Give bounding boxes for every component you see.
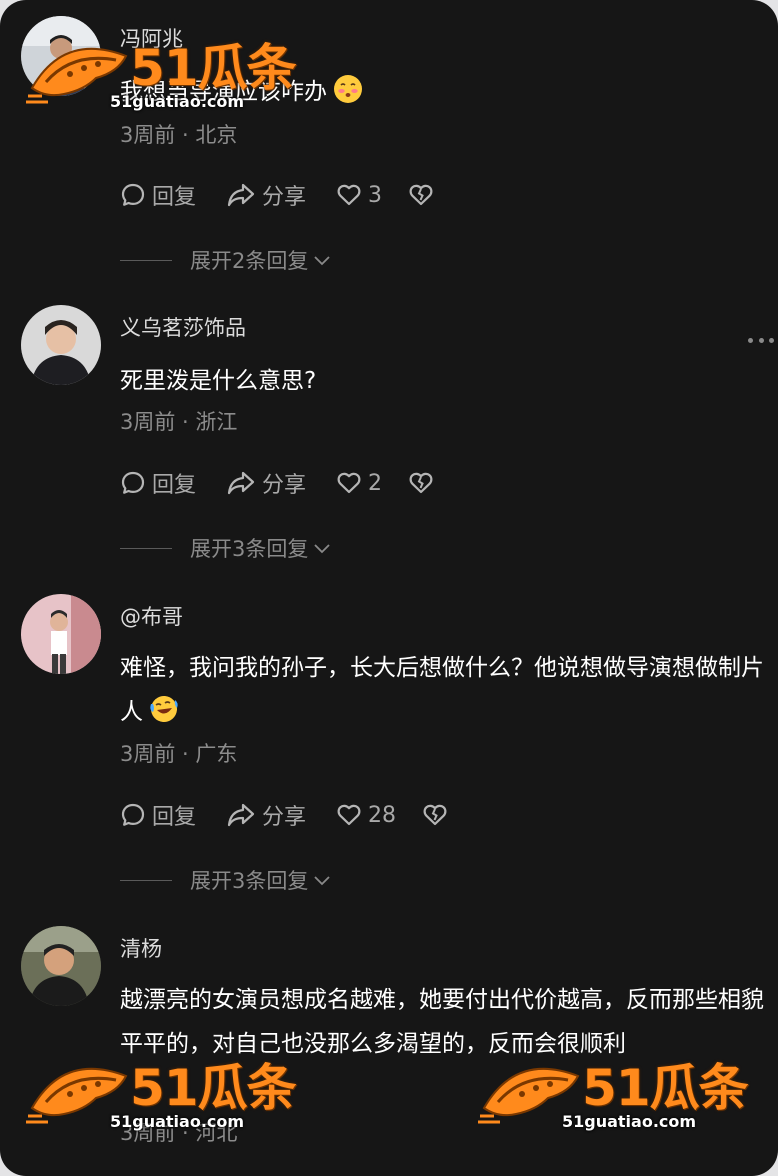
share-label: 分享 — [262, 185, 307, 210]
reply-label: 回复 — [152, 805, 197, 830]
share-button[interactable]: 分享 — [226, 799, 306, 831]
more-options-button[interactable] — [748, 335, 774, 345]
chevron-down-icon — [314, 256, 331, 266]
like-button[interactable]: 28 — [336, 799, 396, 831]
comments-panel: 冯阿兆 我想当导演应该咋办 3周前 · 北京 回复 分享 3 展开2条回复 义乌… — [0, 0, 778, 1176]
heart-icon — [337, 184, 361, 206]
expand-replies-label: 展开2条回复 — [190, 249, 309, 273]
like-button[interactable]: 2 — [336, 467, 382, 499]
heart-icon — [337, 804, 361, 826]
watermark-brand: 51瓜条 — [582, 1059, 749, 1117]
watermark-brand: 51瓜条 — [130, 1059, 297, 1117]
share-button[interactable]: 分享 — [226, 179, 306, 211]
comment-text: 难怪，我问我的孙子，长大后想做什么？他说想做导演想做制片人 — [120, 655, 764, 725]
comment-meta: 3周前 · 广东 — [120, 742, 238, 766]
expand-replies-label: 展开3条回复 — [190, 537, 309, 561]
comment-actions: 回复 分享 2 — [120, 467, 520, 499]
like-count: 2 — [368, 470, 382, 496]
chevron-down-icon — [314, 544, 331, 554]
comment-actions: 回复 分享 3 — [120, 179, 520, 211]
comment-meta: 3周前 · 北京 — [120, 123, 238, 147]
expand-replies-label: 展开3条回复 — [190, 869, 309, 893]
watermark-logo: 51瓜条 51guatiao.com — [24, 32, 306, 122]
comment-icon — [121, 803, 145, 826]
divider — [120, 879, 172, 881]
broken-heart-icon — [423, 804, 447, 826]
watermark-logo: 51瓜条 51guatiao.com — [24, 1052, 306, 1142]
blushing-face-emoji — [334, 75, 362, 103]
divider — [120, 259, 172, 261]
broken-heart-icon — [409, 472, 433, 494]
dislike-button[interactable] — [408, 179, 440, 211]
comment-text: 死里泼是什么意思? — [120, 368, 317, 394]
expand-replies[interactable]: 展开3条回复 — [120, 533, 332, 563]
reply-button[interactable]: 回复 — [120, 179, 196, 211]
share-label: 分享 — [262, 805, 307, 830]
watermark-url: 51guatiao.com — [562, 1112, 697, 1131]
share-icon — [227, 471, 255, 495]
avatar[interactable] — [21, 305, 101, 385]
like-button[interactable]: 3 — [336, 179, 382, 211]
username[interactable]: 清杨 — [120, 936, 162, 962]
reply-label: 回复 — [152, 185, 197, 210]
expand-replies[interactable]: 展开2条回复 — [120, 245, 332, 275]
like-count: 3 — [368, 182, 382, 208]
broken-heart-icon — [409, 184, 433, 206]
dislike-button[interactable] — [408, 467, 440, 499]
heart-icon — [337, 472, 361, 494]
share-icon — [227, 183, 255, 207]
avatar[interactable] — [21, 926, 101, 1006]
comment-icon — [121, 183, 145, 206]
comment-meta: 3周前 · 浙江 — [120, 410, 238, 434]
divider — [120, 547, 172, 549]
share-label: 分享 — [262, 473, 307, 498]
expand-replies[interactable]: 展开3条回复 — [120, 865, 332, 895]
reply-button[interactable]: 回复 — [120, 799, 196, 831]
comment-actions: 回复 分享 28 — [120, 799, 520, 831]
laughing-tears-emoji — [150, 696, 178, 722]
reply-button[interactable]: 回复 — [120, 467, 196, 499]
watermark-logo: 51瓜条 51guatiao.com — [476, 1052, 758, 1142]
avatar[interactable] — [21, 594, 101, 674]
share-icon — [227, 803, 255, 827]
dislike-button[interactable] — [422, 799, 454, 831]
chevron-down-icon — [314, 876, 331, 886]
comment-icon — [121, 471, 145, 494]
watermark-url: 51guatiao.com — [110, 1112, 245, 1131]
reply-label: 回复 — [152, 473, 197, 498]
like-count: 28 — [368, 802, 396, 828]
share-button[interactable]: 分享 — [226, 467, 306, 499]
username[interactable]: @布哥 — [120, 604, 183, 630]
watermark-brand: 51瓜条 — [130, 39, 297, 97]
username[interactable]: 义乌茗莎饰品 — [120, 315, 246, 341]
watermark-url: 51guatiao.com — [110, 92, 245, 111]
